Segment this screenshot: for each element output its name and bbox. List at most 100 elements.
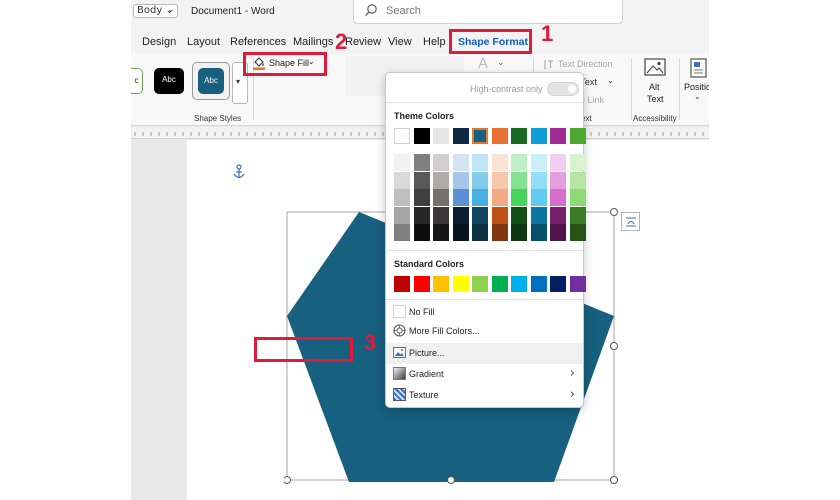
theme-color-shade-swatch[interactable] xyxy=(394,189,410,207)
theme-color-swatch[interactable] xyxy=(491,128,508,144)
tab-help[interactable]: Help xyxy=(423,36,446,48)
position-button[interactable]: Positio ⌄ xyxy=(682,58,709,110)
menu-item-texture[interactable]: Texture › xyxy=(386,385,583,406)
resize-handle[interactable] xyxy=(610,476,618,484)
theme-color-shade-swatch[interactable] xyxy=(550,224,566,242)
shape-fill-dropdown: High-contrast only Theme Colors Standard… xyxy=(385,72,586,408)
theme-color-swatch[interactable] xyxy=(530,128,547,144)
theme-color-shade-swatch[interactable] xyxy=(433,154,449,171)
theme-color-shade-swatch[interactable] xyxy=(569,189,586,207)
standard-color-swatch[interactable] xyxy=(394,276,410,292)
search-box[interactable]: Search xyxy=(353,0,623,24)
resize-handle[interactable] xyxy=(284,476,291,484)
menu-item-picture[interactable]: Picture... xyxy=(386,343,583,364)
theme-color-shade-swatch[interactable] xyxy=(569,154,586,171)
standard-color-swatch[interactable] xyxy=(472,276,488,292)
theme-color-shade-swatch[interactable] xyxy=(394,154,410,171)
theme-color-shade-swatch[interactable] xyxy=(550,154,566,171)
theme-color-shade-swatch[interactable] xyxy=(452,206,469,224)
shape-style-selected-frame[interactable]: Abc xyxy=(192,62,230,100)
theme-color-shade-swatch[interactable] xyxy=(472,154,488,171)
theme-color-shade-swatch[interactable] xyxy=(491,154,508,171)
theme-color-shade-swatch[interactable] xyxy=(511,154,527,171)
theme-color-shade-swatch[interactable] xyxy=(394,171,410,189)
theme-color-shade-swatch[interactable] xyxy=(491,171,508,189)
tab-review[interactable]: Review xyxy=(345,36,381,48)
standard-color-swatch[interactable] xyxy=(452,276,469,292)
text-direction-button[interactable]: Text Direction xyxy=(543,58,633,72)
theme-color-shade-swatch[interactable] xyxy=(452,171,469,189)
theme-color-shade-swatch[interactable] xyxy=(452,224,469,242)
theme-color-shade-swatch[interactable] xyxy=(550,171,566,189)
theme-color-shade-swatch[interactable] xyxy=(472,171,488,189)
theme-color-shade-swatch[interactable] xyxy=(511,171,527,189)
theme-color-shade-swatch[interactable] xyxy=(569,224,586,242)
tab-view[interactable]: View xyxy=(388,36,412,48)
theme-color-shade-swatch[interactable] xyxy=(472,224,488,242)
theme-color-swatch[interactable] xyxy=(433,128,449,144)
high-contrast-toggle[interactable] xyxy=(547,82,579,96)
theme-color-swatch[interactable] xyxy=(394,128,410,144)
theme-color-swatch[interactable] xyxy=(550,128,566,144)
alt-text-button[interactable]: Alt Text xyxy=(637,58,675,110)
standard-color-swatch[interactable] xyxy=(530,276,547,292)
theme-color-swatch[interactable] xyxy=(452,128,469,144)
theme-color-shade-swatch[interactable] xyxy=(550,189,566,207)
theme-color-shade-swatch[interactable] xyxy=(452,189,469,207)
shape-style-sample[interactable]: c xyxy=(131,68,143,94)
menu-separator xyxy=(386,299,583,300)
theme-color-shade-swatch[interactable] xyxy=(413,154,430,171)
menu-item-no-fill[interactable]: No Fill xyxy=(386,302,583,323)
theme-color-shade-swatch[interactable] xyxy=(413,171,430,189)
resize-handle[interactable] xyxy=(610,342,618,350)
theme-color-shade-swatch[interactable] xyxy=(550,206,566,224)
theme-color-shade-swatch[interactable] xyxy=(491,206,508,224)
resize-handle[interactable] xyxy=(447,476,455,484)
theme-color-shade-swatch[interactable] xyxy=(433,171,449,189)
theme-color-shade-swatch[interactable] xyxy=(433,224,449,242)
tab-design[interactable]: Design xyxy=(142,36,176,48)
tab-mailings[interactable]: Mailings xyxy=(293,36,333,48)
theme-color-shade-swatch[interactable] xyxy=(491,224,508,242)
menu-item-more-fill-colors[interactable]: More Fill Colors... xyxy=(386,321,583,342)
theme-color-swatch[interactable] xyxy=(472,128,488,144)
theme-color-shade-swatch[interactable] xyxy=(433,206,449,224)
theme-color-swatch[interactable] xyxy=(569,128,586,144)
tab-references[interactable]: References xyxy=(230,36,286,48)
theme-color-shade-swatch[interactable] xyxy=(530,206,547,224)
theme-color-shade-swatch[interactable] xyxy=(452,154,469,171)
theme-color-shade-swatch[interactable] xyxy=(394,224,410,242)
tab-layout[interactable]: Layout xyxy=(187,36,220,48)
resize-handle[interactable] xyxy=(610,208,618,216)
theme-color-swatch[interactable] xyxy=(413,128,430,144)
theme-color-shade-swatch[interactable] xyxy=(413,224,430,242)
theme-color-shade-swatch[interactable] xyxy=(413,206,430,224)
theme-color-shade-swatch[interactable] xyxy=(530,224,547,242)
shape-style-sample[interactable]: Abc xyxy=(154,68,184,94)
theme-color-shade-swatch[interactable] xyxy=(530,189,547,207)
layout-options-button[interactable] xyxy=(621,212,640,231)
standard-color-swatch[interactable] xyxy=(511,276,527,292)
theme-color-shade-swatch[interactable] xyxy=(394,206,410,224)
theme-color-shade-swatch[interactable] xyxy=(472,206,488,224)
text-fill-icon[interactable]: A xyxy=(478,55,488,72)
theme-color-shade-swatch[interactable] xyxy=(413,189,430,207)
standard-color-swatch[interactable] xyxy=(550,276,566,292)
standard-color-swatch[interactable] xyxy=(491,276,508,292)
standard-color-swatch[interactable] xyxy=(569,276,586,292)
theme-color-shade-swatch[interactable] xyxy=(530,171,547,189)
theme-color-shade-swatch[interactable] xyxy=(569,206,586,224)
theme-color-shade-swatch[interactable] xyxy=(511,224,527,242)
theme-color-shade-swatch[interactable] xyxy=(530,154,547,171)
menu-item-gradient[interactable]: Gradient › xyxy=(386,364,583,385)
standard-color-swatch[interactable] xyxy=(433,276,449,292)
standard-color-swatch[interactable] xyxy=(413,276,430,292)
theme-color-shade-swatch[interactable] xyxy=(472,189,488,207)
theme-color-shade-swatch[interactable] xyxy=(491,189,508,207)
theme-color-shade-swatch[interactable] xyxy=(511,206,527,224)
theme-color-shade-swatch[interactable] xyxy=(511,189,527,207)
qat-more-icon[interactable]: ⌄ xyxy=(167,5,175,15)
theme-color-shade-swatch[interactable] xyxy=(569,171,586,189)
theme-color-shade-swatch[interactable] xyxy=(433,189,449,207)
theme-color-swatch[interactable] xyxy=(511,128,527,144)
